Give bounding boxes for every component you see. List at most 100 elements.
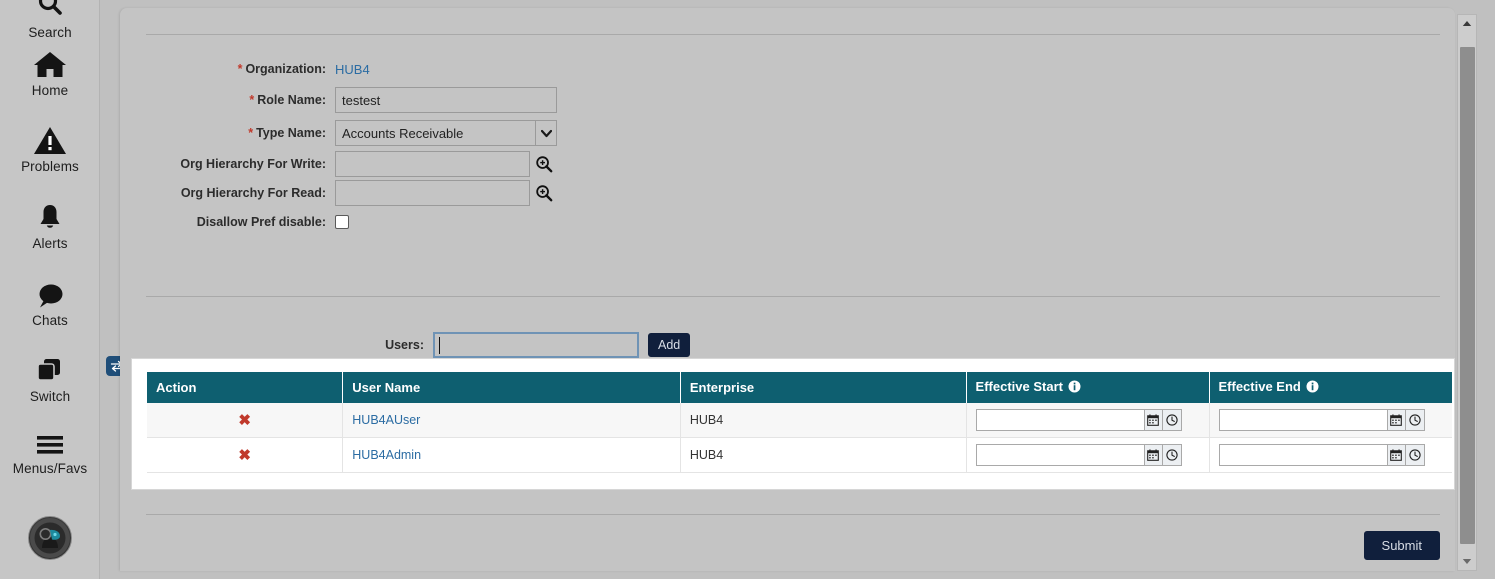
home-icon bbox=[32, 50, 68, 80]
organization-value[interactable]: HUB4 bbox=[335, 62, 370, 77]
delete-x-icon[interactable]: ✖ bbox=[156, 411, 333, 429]
clock-icon[interactable] bbox=[1162, 444, 1182, 466]
cell-effective-end bbox=[1209, 403, 1452, 438]
sidebar-item-label: Problems bbox=[21, 159, 79, 174]
table-row: ✖ HUB4Admin HUB4 bbox=[147, 437, 1452, 473]
info-circle-icon[interactable] bbox=[1068, 380, 1081, 396]
warning-triangle-icon bbox=[33, 126, 67, 156]
column-header-action[interactable]: Action bbox=[147, 372, 344, 403]
sidebar-item-menus-favs[interactable]: Menus/Favs bbox=[0, 432, 100, 476]
required-asterisk: * bbox=[237, 62, 243, 76]
column-header-user-name[interactable]: User Name bbox=[342, 372, 681, 403]
search-icon bbox=[33, 0, 67, 22]
sidebar-item-label: Home bbox=[31, 83, 69, 98]
cell-effective-end bbox=[1209, 437, 1452, 473]
scrollbar-thumb[interactable] bbox=[1460, 47, 1475, 544]
disallow-pref-disable-checkbox[interactable] bbox=[335, 215, 349, 229]
cell-enterprise: HUB4 bbox=[680, 437, 967, 473]
divider-top bbox=[146, 34, 1440, 35]
left-navigation-rail: Search Home Problems Alerts Chats Switch… bbox=[0, 0, 128, 579]
table-header-row: Action User Name Enterprise Effective St… bbox=[147, 372, 1452, 403]
users-add-row: Users: Add bbox=[120, 330, 691, 360]
avatar[interactable] bbox=[28, 516, 72, 560]
calendar-icon[interactable] bbox=[1143, 409, 1163, 431]
magnifier-plus-icon[interactable] bbox=[535, 184, 553, 202]
divider-middle bbox=[146, 296, 1440, 297]
chevron-down-icon[interactable] bbox=[535, 121, 556, 145]
clock-icon[interactable] bbox=[1162, 409, 1182, 431]
vertical-scrollbar[interactable] bbox=[1457, 14, 1477, 571]
magnifier-plus-icon[interactable] bbox=[535, 155, 553, 173]
effective-start-input[interactable] bbox=[975, 409, 1144, 431]
sidebar-item-chats[interactable]: Chats bbox=[0, 282, 100, 328]
text-caret bbox=[439, 337, 440, 354]
info-circle-icon[interactable] bbox=[1306, 380, 1319, 396]
table-row: ✖ HUB4AUser HUB4 bbox=[147, 403, 1452, 438]
sidebar-item-search[interactable]: Search bbox=[0, 0, 100, 40]
sidebar-item-switch[interactable]: Switch bbox=[0, 356, 128, 404]
effective-end-input[interactable] bbox=[1218, 444, 1387, 466]
type-name-label: * Type Name: bbox=[248, 126, 326, 140]
calendar-icon[interactable] bbox=[1143, 444, 1163, 466]
org-hierarchy-read-input[interactable] bbox=[335, 180, 530, 206]
cell-action: ✖ bbox=[147, 403, 344, 438]
cell-user-name: HUB4Admin bbox=[342, 437, 681, 473]
column-header-effective-end[interactable]: Effective End bbox=[1209, 372, 1452, 403]
clock-icon[interactable] bbox=[1405, 409, 1425, 431]
column-header-enterprise[interactable]: Enterprise bbox=[680, 372, 967, 403]
field-row-organization: * Organization: HUB4 bbox=[120, 56, 370, 82]
org-hierarchy-read-label: Org Hierarchy For Read: bbox=[180, 186, 326, 200]
column-header-effective-start[interactable]: Effective Start bbox=[966, 372, 1210, 403]
disallow-pref-disable-label: Disallow Pref disable: bbox=[196, 215, 326, 229]
effective-start-datetime-group bbox=[975, 409, 1200, 431]
cell-enterprise: HUB4 bbox=[680, 403, 967, 438]
required-asterisk: * bbox=[249, 93, 255, 107]
clock-icon[interactable] bbox=[1405, 444, 1425, 466]
user-name-link[interactable]: HUB4Admin bbox=[352, 448, 421, 462]
effective-end-datetime-group bbox=[1218, 444, 1444, 466]
add-user-button[interactable]: Add bbox=[648, 333, 691, 357]
effective-end-input[interactable] bbox=[1218, 409, 1387, 431]
role-name-input[interactable] bbox=[335, 87, 557, 113]
role-name-label: * Role Name: bbox=[249, 93, 326, 107]
chat-bubble-icon bbox=[33, 282, 67, 310]
caret-up-icon[interactable] bbox=[1458, 15, 1476, 32]
field-row-org-hierarchy-write: Org Hierarchy For Write: bbox=[120, 151, 553, 177]
field-row-disallow-pref-disable: Disallow Pref disable: bbox=[120, 209, 349, 235]
app-root: Search Home Problems Alerts Chats Switch… bbox=[0, 0, 1495, 579]
hamburger-menu-icon bbox=[33, 432, 67, 458]
users-input[interactable] bbox=[433, 332, 639, 358]
cell-effective-start bbox=[966, 403, 1210, 438]
users-table-body: ✖ HUB4AUser HUB4 ✖ HUB4Admin HUB4 bbox=[147, 403, 1452, 473]
type-name-selected-value: Accounts Receivable bbox=[342, 125, 464, 141]
divider-bottom bbox=[146, 514, 1440, 515]
org-hierarchy-write-label: Org Hierarchy For Write: bbox=[180, 157, 326, 171]
submit-button[interactable]: Submit bbox=[1363, 531, 1440, 560]
calendar-icon[interactable] bbox=[1386, 444, 1406, 466]
calendar-icon[interactable] bbox=[1386, 409, 1406, 431]
sidebar-item-problems[interactable]: Problems bbox=[0, 126, 100, 174]
sidebar-item-alerts[interactable]: Alerts bbox=[0, 203, 100, 251]
org-hierarchy-write-input[interactable] bbox=[335, 151, 530, 177]
main-content-panel: *Organization: HUB4 *Role Name: *Type Na… bbox=[120, 8, 1455, 571]
effective-start-datetime-group bbox=[975, 444, 1200, 466]
cell-effective-start bbox=[966, 437, 1210, 473]
sidebar-item-label: Alerts bbox=[32, 236, 68, 251]
effective-start-input[interactable] bbox=[975, 444, 1144, 466]
organization-label: * Organization: bbox=[237, 62, 326, 76]
users-table-card: Action User Name Enterprise Effective St… bbox=[131, 358, 1455, 490]
caret-down-icon[interactable] bbox=[1458, 553, 1476, 570]
required-asterisk: * bbox=[248, 126, 254, 140]
field-row-role-name: * Role Name: bbox=[120, 87, 557, 113]
delete-x-icon[interactable]: ✖ bbox=[156, 446, 333, 464]
sidebar-item-home[interactable]: Home bbox=[0, 50, 100, 98]
user-name-link[interactable]: HUB4AUser bbox=[352, 413, 420, 427]
effective-end-datetime-group bbox=[1218, 409, 1444, 431]
bell-icon bbox=[34, 203, 66, 233]
type-name-select[interactable]: Accounts Receivable bbox=[335, 120, 557, 146]
users-table-head: Action User Name Enterprise Effective St… bbox=[147, 372, 1452, 403]
sidebar-item-label: Menus/Favs bbox=[12, 461, 88, 476]
field-row-org-hierarchy-read: Org Hierarchy For Read: bbox=[120, 180, 553, 206]
cell-user-name: HUB4AUser bbox=[342, 403, 681, 438]
sidebar-item-label: Switch bbox=[29, 389, 71, 404]
